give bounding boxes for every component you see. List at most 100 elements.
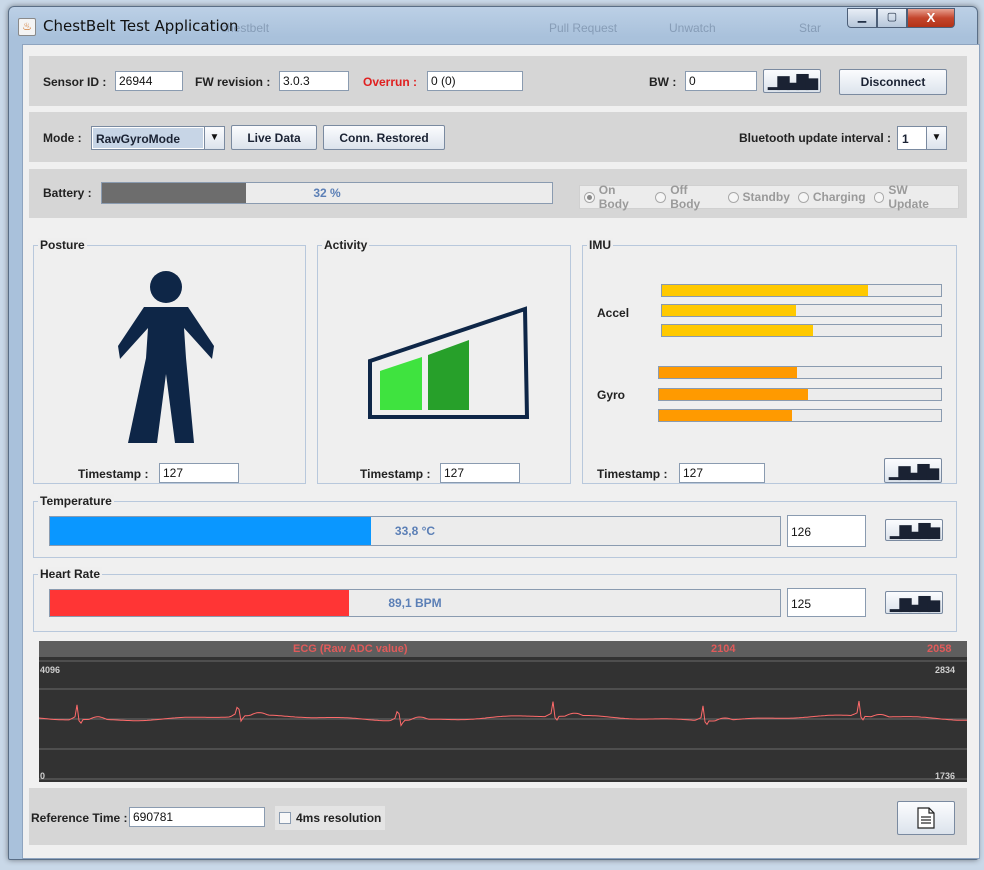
radio-dot-icon — [873, 191, 885, 203]
chevron-down-icon[interactable]: ▼ — [204, 127, 224, 149]
background-ghost-text: Pull Request — [549, 21, 618, 35]
accel-fill — [662, 305, 796, 316]
reference-time-label: Reference Time : — [31, 811, 128, 825]
client-area: Sensor ID : 26944 FW revision : 3.0.3 Ov… — [22, 44, 980, 859]
bt-interval-value: 1 — [902, 132, 909, 146]
radio-dot-icon — [584, 191, 595, 203]
ecg-title: ECG (Raw ADC value) — [293, 643, 408, 655]
ecg-ymin-left: 0 — [40, 771, 46, 781]
ecg-right-value: 2058 — [927, 643, 952, 655]
chevron-down-icon[interactable]: ▼ — [926, 127, 946, 149]
imu-timestamp-field[interactable]: 127 — [679, 463, 765, 483]
battery-label: Battery : — [43, 186, 92, 200]
radio-charging-label: Charging — [812, 190, 866, 204]
sensor-id-field[interactable]: 26944 — [115, 71, 183, 91]
radio-on-body-label: On Body — [598, 183, 629, 211]
disconnect-button[interactable]: Disconnect — [839, 69, 947, 95]
activity-title: Activity — [322, 238, 370, 252]
temperature-value-field[interactable]: 126 — [787, 515, 866, 547]
temperature-progress: 33,8 °C — [49, 516, 781, 546]
minimize-button[interactable]: ▁ — [847, 8, 877, 28]
heart-rate-panel: Heart Rate 89,1 BPM 125 ▁▆▃▇▅ — [33, 567, 957, 632]
battery-percent-text: 32 % — [313, 186, 341, 200]
bw-label: BW : — [649, 75, 677, 89]
radio-sw-update[interactable]: SW Update — [873, 183, 950, 211]
ecg-ymax-left: 4096 — [40, 665, 61, 675]
posture-title: Posture — [38, 238, 87, 252]
temperature-text: 33,8 °C — [394, 524, 436, 538]
checkbox-icon[interactable] — [279, 812, 291, 824]
gyro-bar-z — [658, 409, 942, 422]
conn-restored-button[interactable]: Conn. Restored — [323, 125, 445, 150]
radio-standby-label: Standby — [742, 190, 790, 204]
activity-timestamp-field[interactable]: 127 — [440, 463, 520, 483]
battery-progress: 32 % — [101, 182, 553, 204]
heart-rate-chart-button[interactable]: ▁▆▃▇▅ — [885, 591, 943, 614]
radio-on-body[interactable]: On Body — [584, 183, 647, 211]
background-ghost-text: Star — [799, 21, 822, 35]
ecg-current-value: 2104 — [711, 643, 736, 655]
close-button[interactable]: X — [907, 8, 955, 28]
bar-chart-icon: ▁▆▃▇▅ — [890, 522, 940, 539]
accel-bar-x — [661, 284, 942, 297]
overrun-field[interactable]: 0 (0) — [427, 71, 523, 91]
heart-rate-title: Heart Rate — [38, 567, 103, 581]
sensor-id-label: Sensor ID : — [43, 75, 107, 89]
background-ghost-text: Unwatch — [669, 21, 716, 35]
mode-selected-value: RawGyroMode — [93, 128, 203, 148]
ecg-trace — [39, 700, 967, 727]
radio-off-body[interactable]: Off Body — [655, 183, 719, 211]
mode-label: Mode : — [43, 131, 82, 145]
temperature-panel: Temperature 33,8 °C 126 ▁▆▃▇▅ — [33, 494, 957, 558]
bw-chart-button[interactable]: ▁▆▃▇▅ — [763, 69, 821, 93]
gyro-bar-x — [658, 366, 942, 379]
live-data-button[interactable]: Live Data — [231, 125, 317, 150]
radio-dot-icon — [727, 191, 739, 203]
fw-revision-label: FW revision : — [195, 75, 271, 89]
accel-bar-z — [661, 324, 942, 337]
standing-person-icon — [118, 271, 214, 443]
export-document-button[interactable] — [897, 801, 955, 835]
resolution-label: 4ms resolution — [296, 811, 382, 825]
background-ghost-text: chestbelt — [221, 21, 270, 35]
imu-title: IMU — [587, 238, 613, 252]
gyro-fill — [659, 389, 809, 400]
accel-fill — [662, 325, 813, 336]
ecg-ymax-right: 2834 — [934, 665, 955, 675]
body-state-radio-group: On Body Off Body Standby Charging SW Upd… — [579, 183, 959, 211]
imu-timestamp-label: Timestamp : — [597, 467, 668, 481]
mode-select[interactable]: RawGyroMode ▼ — [91, 126, 225, 150]
heart-rate-progress: 89,1 BPM — [49, 589, 781, 617]
radio-dot-icon — [655, 191, 667, 203]
bt-interval-label: Bluetooth update interval : — [739, 131, 892, 145]
temperature-title: Temperature — [38, 494, 114, 508]
radio-dot-icon — [797, 191, 809, 203]
ecg-ymin-right: 1736 — [934, 771, 955, 781]
bw-field[interactable]: 0 — [685, 71, 757, 91]
radio-charging[interactable]: Charging — [797, 190, 866, 204]
radio-standby[interactable]: Standby — [727, 190, 790, 204]
heart-rate-value-field[interactable]: 125 — [787, 588, 866, 617]
java-cup-icon: ♨ — [18, 18, 36, 36]
reference-time-field[interactable]: 690781 — [129, 807, 265, 827]
posture-timestamp-field[interactable]: 127 — [159, 463, 239, 483]
bar-chart-icon: ▁▆▃▇▅ — [889, 462, 939, 480]
imu-chart-button[interactable]: ▁▆▃▇▅ — [884, 458, 942, 483]
posture-timestamp-label: Timestamp : — [78, 467, 149, 481]
gyro-label: Gyro — [597, 388, 626, 402]
accel-bar-y — [661, 304, 942, 317]
activity-panel: Activity Timestamp : 127 — [317, 238, 571, 484]
accel-label: Accel — [597, 306, 630, 320]
overrun-label: Overrun : — [363, 75, 418, 89]
fw-revision-field[interactable]: 3.0.3 — [279, 71, 349, 91]
gyro-fill — [659, 410, 792, 421]
maximize-button[interactable]: ▢ — [877, 8, 907, 28]
radio-sw-update-label: SW Update — [888, 183, 929, 211]
temperature-chart-button[interactable]: ▁▆▃▇▅ — [885, 519, 943, 541]
resolution-checkbox[interactable]: 4ms resolution — [275, 806, 385, 830]
ecg-plot: ECG (Raw ADC value) 2104 2058 4096 0 283… — [39, 641, 967, 782]
radio-off-body-label: Off Body — [670, 183, 701, 211]
app-window: ♨ ChestBelt Test Application chestbelt P… — [8, 6, 980, 860]
bt-interval-select[interactable]: 1 ▼ — [897, 126, 947, 150]
activity-timestamp-label: Timestamp : — [360, 467, 431, 481]
